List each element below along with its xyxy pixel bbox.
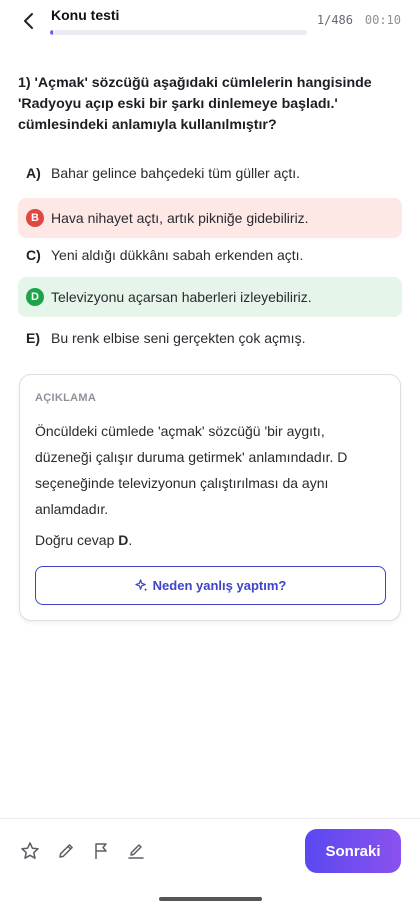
progress-bar: [50, 30, 307, 35]
option-text: Yeni aldığı dükkânı sabah erkenden açtı.: [51, 247, 304, 263]
timer: 00:10: [364, 13, 401, 27]
chevron-left-icon: [24, 13, 33, 29]
option-e[interactable]: E) Bu renk elbise seni gerçekten çok açm…: [18, 318, 402, 358]
note-button[interactable]: [125, 840, 147, 862]
option-c[interactable]: C) Yeni aldığı dükkânı sabah erkenden aç…: [18, 235, 402, 275]
option-text: Hava nihayet açtı, artık pikniğe gidebil…: [51, 210, 309, 226]
option-letter: A): [26, 165, 41, 181]
option-a[interactable]: A) Bahar gelince bahçedeki tüm güller aç…: [18, 153, 402, 193]
option-b[interactable]: B Hava nihayet açtı, artık pikniğe gideb…: [18, 198, 402, 238]
correct-answer-line: Doğru cevap D.: [35, 527, 132, 553]
correct-answer-badge: D: [26, 288, 44, 306]
answer-prefix: Doğru cevap: [35, 532, 119, 548]
option-text: Bahar gelince bahçedeki tüm güller açtı.: [51, 165, 301, 181]
next-button[interactable]: Sonraki: [305, 829, 401, 873]
pencil-button[interactable]: [55, 840, 77, 862]
option-d[interactable]: D Televizyonu açarsan haberleri izleyebi…: [18, 277, 402, 317]
pencil-icon: [59, 844, 73, 858]
flag-button[interactable]: [90, 840, 112, 862]
page-title: Konu testi: [51, 7, 120, 23]
bottom-divider: [0, 818, 420, 819]
why-wrong-button[interactable]: Neden yanlış yaptım?: [35, 566, 386, 605]
question-counter: 1/486: [316, 13, 353, 27]
edit-note-icon: [128, 844, 144, 859]
answer-suffix: .: [128, 532, 133, 548]
progress-fill: [50, 30, 54, 35]
favorite-button[interactable]: [19, 840, 41, 862]
explanation-text: Öncüldeki cümlede 'açmak' sözcüğü 'bir a…: [35, 423, 348, 517]
back-button[interactable]: [16, 8, 42, 34]
home-indicator: [159, 897, 262, 901]
option-letter: C): [26, 247, 41, 263]
answer-letter: D: [118, 532, 129, 548]
explanation-card: AÇIKLAMA Öncüldeki cümlede 'açmak' sözcü…: [19, 374, 401, 621]
option-text: Televizyonu açarsan haberleri izleyebili…: [51, 289, 312, 305]
option-letter: E): [26, 330, 40, 346]
why-wrong-label: Neden yanlış yaptım?: [152, 578, 287, 593]
sparkle-icon: [134, 579, 148, 592]
flag-icon: [95, 843, 107, 859]
question-text: 1) 'Açmak' sözcüğü aşağıdaki cümlelerin …: [18, 75, 372, 133]
explanation-heading: AÇIKLAMA: [35, 392, 97, 404]
top-bar: Konu testi 1/486 00:10: [0, 0, 420, 48]
wrong-answer-badge: B: [26, 209, 44, 227]
option-text: Bu renk elbise seni gerçekten çok açmış.: [51, 330, 306, 346]
star-icon: [21, 842, 39, 859]
